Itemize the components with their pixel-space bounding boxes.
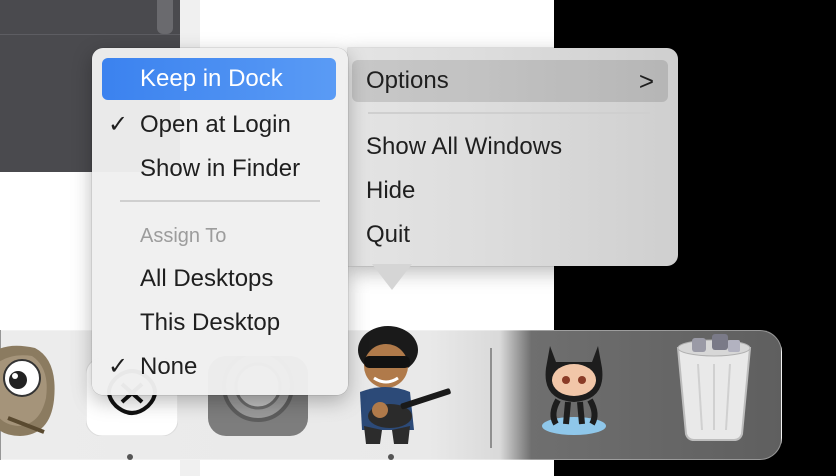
none-label: None <box>140 353 198 380</box>
chevron-right-icon: > <box>638 66 654 96</box>
checkmark-icon: ✓ <box>108 353 129 380</box>
menu-item-quit[interactable]: Quit <box>352 214 668 256</box>
menu-item-keep-in-dock[interactable]: Keep in Dock <box>102 58 336 100</box>
checkmark-icon: ✓ <box>108 111 129 138</box>
assign-to-header: Assign To <box>140 225 227 247</box>
menu-separator <box>368 112 650 114</box>
menu-separator <box>120 200 320 202</box>
guitarist-character-icon <box>358 326 451 444</box>
scrollbar-thumb[interactable] <box>157 0 173 34</box>
options-submenu: Keep in Dock ✓ Open at Login Show in Fin… <box>92 48 348 395</box>
this-desktop-label: This Desktop <box>140 309 281 336</box>
menu-item-this-desktop[interactable]: This Desktop <box>102 302 336 344</box>
menu-item-show-in-finder[interactable]: Show in Finder <box>102 148 336 190</box>
app-menu: Options > Show All Windows Hide Quit <box>348 48 678 266</box>
dock-separator <box>490 348 492 448</box>
menu-item-open-at-login[interactable]: ✓ Open at Login <box>102 104 336 146</box>
hide-label: Hide <box>366 177 416 204</box>
options-label: Options <box>366 67 449 94</box>
open-at-login-label: Open at Login <box>140 111 291 138</box>
show-in-finder-label: Show in Finder <box>140 155 301 182</box>
octocat-icon <box>542 346 606 435</box>
eye-mascot-icon <box>0 345 55 436</box>
dock-app-trash[interactable] <box>668 334 760 442</box>
quit-label: Quit <box>366 221 411 248</box>
running-indicator <box>127 454 133 460</box>
menu-item-hide[interactable]: Hide <box>352 170 668 212</box>
show-all-windows-label: Show All Windows <box>366 133 563 160</box>
menu-item-all-desktops[interactable]: All Desktops <box>102 258 336 300</box>
keep-in-dock-label: Keep in Dock <box>140 65 283 92</box>
dock-app-guitarist[interactable] <box>340 326 458 448</box>
running-indicator <box>388 454 394 460</box>
panel-divider <box>0 34 180 35</box>
all-desktops-label: All Desktops <box>140 265 274 292</box>
menu-item-none[interactable]: ✓ None <box>102 346 336 388</box>
dock-app-eye-mascot[interactable] <box>0 340 60 440</box>
menu-item-options[interactable]: Options > <box>352 60 668 102</box>
menu-item-show-all-windows[interactable]: Show All Windows <box>352 126 668 168</box>
menu-pointer <box>372 264 412 290</box>
trash-full-icon <box>676 334 752 441</box>
dock-app-github[interactable] <box>528 334 620 436</box>
